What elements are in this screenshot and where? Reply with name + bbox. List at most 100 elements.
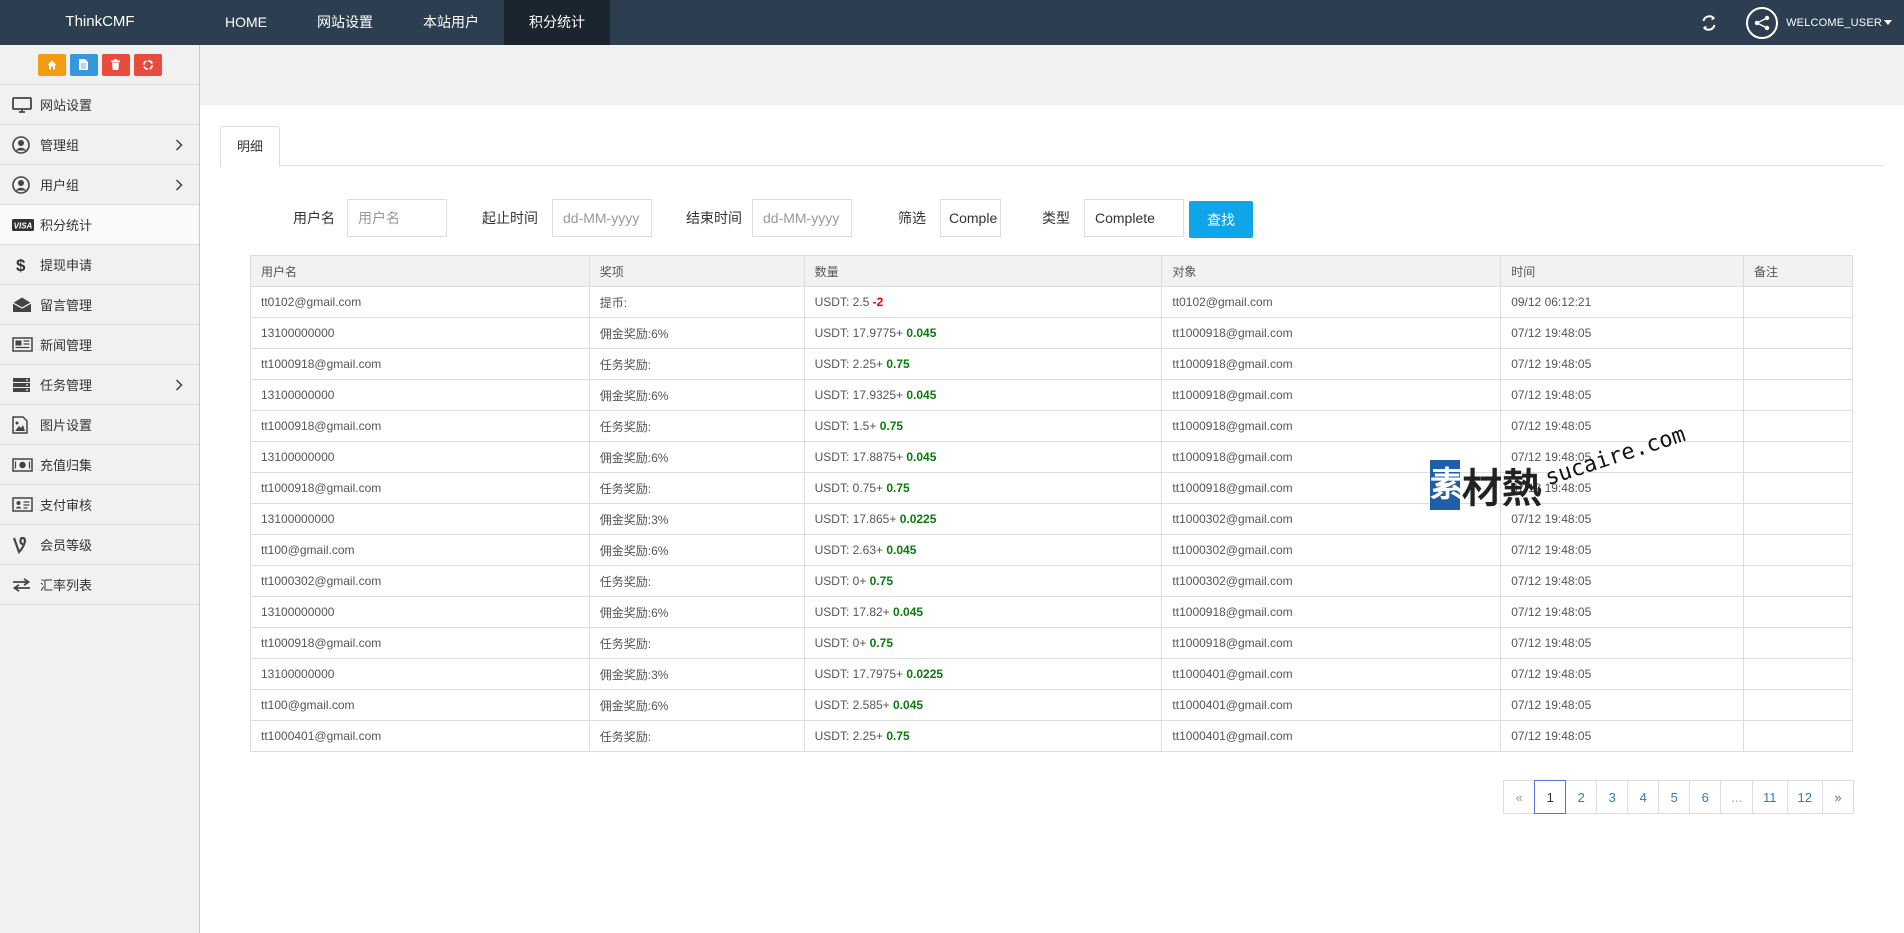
- sidebar-item-user-groups[interactable]: 用户组: [0, 165, 199, 205]
- pagination-page[interactable]: 6: [1689, 780, 1722, 814]
- cell-award: 任务奖励:: [588, 565, 805, 597]
- sidebar-item-news[interactable]: 新闻管理: [0, 325, 199, 365]
- image-icon: [12, 415, 34, 434]
- avatar[interactable]: [1746, 6, 1779, 39]
- cell-username: 13100000000: [250, 503, 590, 535]
- pagination-page[interactable]: 2: [1565, 780, 1598, 814]
- amount-delta: 0.045: [886, 543, 917, 557]
- search-button[interactable]: 查找: [1189, 201, 1253, 238]
- sidebar-item-label: 汇率列表: [40, 578, 93, 593]
- cell-target: tt1000302@gmail.com: [1161, 534, 1502, 566]
- cell-note: [1743, 627, 1853, 659]
- cell-award: 佣金奖励:6%: [588, 596, 805, 628]
- cell-amount: USDT: 2.25+ 0.75: [803, 720, 1163, 752]
- cell-time: 07/12 19:48:05: [1500, 348, 1745, 380]
- pagination-prev[interactable]: «: [1503, 780, 1536, 814]
- pagination-page[interactable]: 12: [1786, 780, 1823, 814]
- sidebar-item-member-levels[interactable]: 会员等级: [0, 525, 199, 565]
- type-label: 类型: [1042, 210, 1070, 226]
- amount-delta: -2: [872, 295, 884, 309]
- recycle-icon: [142, 59, 153, 70]
- nav-item-home[interactable]: HOME: [200, 0, 292, 45]
- pagination-page[interactable]: 3: [1596, 780, 1629, 814]
- nav-item-site-settings[interactable]: 网站设置: [292, 0, 398, 45]
- cell-time: 07/12 19:48:05: [1500, 658, 1745, 690]
- username-input[interactable]: [347, 199, 447, 237]
- table-row: tt0102@gmail.com 提币: USDT: 2.5 -2 tt0102@gm…: [250, 286, 1853, 318]
- amount-base: USDT: 0+: [814, 574, 867, 588]
- shortcut-file-button[interactable]: [69, 53, 98, 76]
- end-date-input[interactable]: [752, 199, 852, 237]
- amount-base: USDT: 17.9325+: [814, 388, 904, 402]
- cell-note: [1743, 503, 1853, 535]
- sidebar-item-tasks[interactable]: 任务管理: [0, 365, 199, 405]
- cell-amount: USDT: 2.25+ 0.75: [803, 348, 1163, 380]
- svg-text:VISA: VISA: [14, 221, 33, 230]
- cell-target: tt1000918@gmail.com: [1161, 627, 1502, 659]
- sidebar-item-points-stats[interactable]: VISA 积分统计: [0, 205, 199, 245]
- amount-base: USDT: 2.63+: [814, 543, 884, 557]
- tab-details[interactable]: 明细: [220, 126, 280, 167]
- amount-delta: 0.75: [869, 574, 894, 588]
- table-row: tt100@gmail.com 佣金奖励:6% USDT: 2.63+ 0.045 t…: [250, 534, 1853, 566]
- sidebar-item-exchange-rates[interactable]: 汇率列表: [0, 565, 199, 605]
- pagination-page[interactable]: 1: [1534, 780, 1567, 814]
- cell-target: tt1000401@gmail.com: [1161, 689, 1502, 721]
- sidebar-item-withdrawals[interactable]: $ 提现申请: [0, 245, 199, 285]
- column-header: 用户名: [250, 255, 590, 287]
- table-row: tt1000918@gmail.com 任务奖励: USDT: 0.75+ 0.75…: [250, 472, 1853, 504]
- cell-award: 佣金奖励:6%: [588, 689, 805, 721]
- cell-award: 佣金奖励:3%: [588, 658, 805, 690]
- sidebar-item-images[interactable]: 图片设置: [0, 405, 199, 445]
- cell-amount: USDT: 17.82+ 0.045: [803, 596, 1163, 628]
- server-icon: [12, 376, 34, 394]
- column-header: 时间: [1500, 255, 1745, 287]
- amount-base: USDT: 2.25+: [814, 357, 884, 371]
- cell-amount: USDT: 2.5 -2: [803, 286, 1163, 318]
- username-filter: 用户名: [293, 198, 447, 238]
- cell-target: tt1000918@gmail.com: [1161, 596, 1502, 628]
- sidebar-item-payment-review[interactable]: 支付审核: [0, 485, 199, 525]
- cell-note: [1743, 286, 1853, 318]
- shortcut-home-button[interactable]: [37, 53, 66, 76]
- id-card-icon: [12, 496, 34, 514]
- user-area: WELCOME_USER: [1694, 0, 1904, 45]
- cell-username: tt100@gmail.com: [250, 689, 590, 721]
- cell-username: 13100000000: [250, 596, 590, 628]
- pagination-page[interactable]: 4: [1627, 780, 1660, 814]
- sidebar-item-admin-groups[interactable]: 管理组: [0, 125, 199, 165]
- username-label: WELCOME_USER: [1786, 16, 1882, 29]
- shortcut-trash-button[interactable]: [101, 53, 130, 76]
- amount-base: USDT: 2.25+: [814, 729, 884, 743]
- cell-note: [1743, 472, 1853, 504]
- refresh-icon[interactable]: [1694, 0, 1724, 45]
- cell-target: tt0102@gmail.com: [1161, 286, 1502, 318]
- amount-base: USDT: 17.8875+: [814, 450, 904, 464]
- pagination-page[interactable]: 5: [1658, 780, 1691, 814]
- cell-username: tt1000918@gmail.com: [250, 472, 590, 504]
- table-row: tt100@gmail.com 佣金奖励:6% USDT: 2.585+ 0.045…: [250, 689, 1853, 721]
- pagination-next[interactable]: »: [1822, 780, 1854, 814]
- type-select[interactable]: Complete: [1084, 199, 1184, 237]
- chevron-right-icon: [175, 139, 183, 154]
- sidebar: 网站设置 管理组 用户组 VISA 积分统计 $ 提现申请 留言管理 新闻管理 …: [0, 45, 200, 933]
- nav-item-points-stats[interactable]: 积分统计: [504, 0, 610, 45]
- home-icon: [47, 60, 56, 69]
- brand-logo[interactable]: ThinkCMF: [0, 0, 200, 45]
- amount-delta: 0.0225: [899, 512, 937, 526]
- nav-item-site-users[interactable]: 本站用户: [398, 0, 504, 45]
- sidebar-item-recharge[interactable]: 充值归集: [0, 445, 199, 485]
- cell-amount: USDT: 17.7975+ 0.0225: [803, 658, 1163, 690]
- sidebar-item-site-settings[interactable]: 网站设置: [0, 85, 199, 125]
- cell-amount: USDT: 17.9775+ 0.045: [803, 317, 1163, 349]
- user-menu[interactable]: WELCOME_USER: [1786, 17, 1892, 29]
- filter-select[interactable]: Comple: [940, 199, 1001, 237]
- watermark: 素 材熱 sucaire.com: [1430, 422, 1689, 514]
- start-date-input[interactable]: [552, 199, 652, 237]
- cell-award: 任务奖励:: [588, 472, 805, 504]
- cell-target: tt1000918@gmail.com: [1161, 317, 1502, 349]
- pagination-page[interactable]: 11: [1752, 780, 1788, 814]
- shortcut-recycle-button[interactable]: [133, 53, 162, 76]
- newspaper-icon: [12, 336, 34, 354]
- sidebar-item-messages[interactable]: 留言管理: [0, 285, 199, 325]
